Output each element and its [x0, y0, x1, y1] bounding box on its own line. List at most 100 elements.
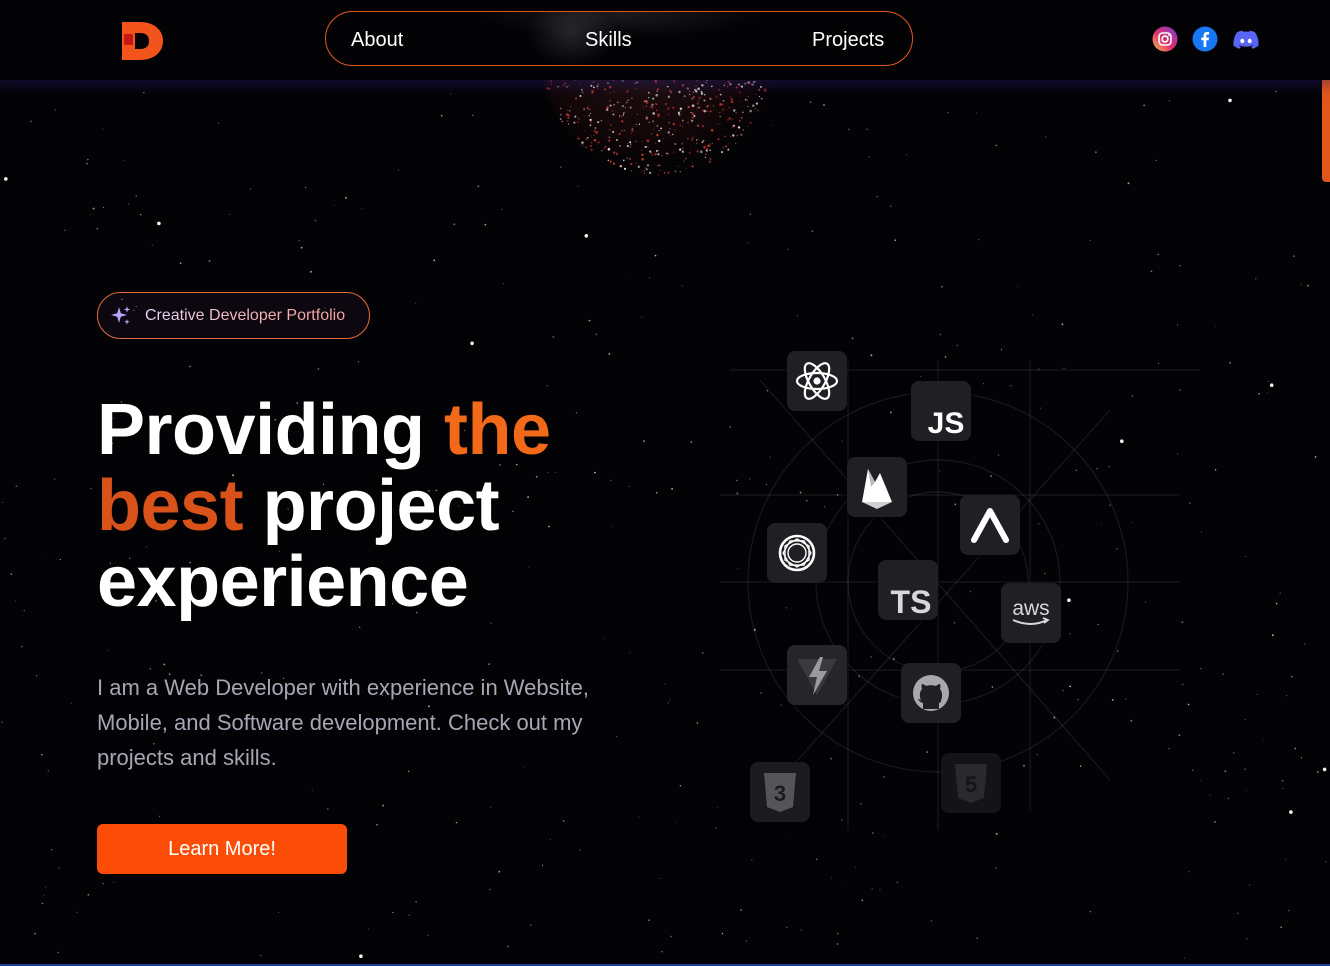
sphere-particle [652, 97, 655, 100]
sphere-particle [643, 106, 645, 109]
sphere-particle [651, 103, 654, 106]
star [546, 385, 548, 387]
star [1045, 136, 1047, 138]
sphere-particle [709, 149, 711, 152]
openai-icon [767, 523, 827, 583]
star [1275, 602, 1278, 605]
sphere-particle [652, 107, 654, 109]
sphere-particle [755, 102, 759, 105]
star [143, 92, 145, 94]
star [1288, 910, 1290, 912]
sphere-particle [648, 96, 650, 99]
sphere-particle [729, 96, 732, 98]
star [1127, 182, 1130, 185]
sphere-particle [696, 150, 699, 153]
expo-icon [960, 495, 1020, 555]
sphere-particle [747, 96, 749, 97]
star [470, 341, 474, 346]
sphere-particle [625, 101, 628, 104]
star [490, 622, 492, 625]
sphere-particle [720, 151, 724, 154]
nav-link-projects[interactable]: Projects [812, 28, 884, 52]
sphere-particle [697, 106, 701, 109]
sphere-particle [573, 121, 576, 124]
star [102, 883, 104, 885]
star [1150, 270, 1153, 273]
star [1245, 556, 1247, 557]
star [661, 950, 663, 953]
star [648, 919, 650, 921]
sphere-particle [630, 97, 633, 100]
sphere-particle [696, 142, 698, 145]
star [208, 259, 211, 262]
sphere-particle [612, 113, 615, 116]
discord-icon[interactable] [1232, 26, 1260, 52]
star [1284, 858, 1287, 860]
sphere-particle [691, 104, 695, 107]
facebook-icon[interactable] [1192, 26, 1218, 52]
learn-more-button[interactable]: Learn More! [97, 824, 347, 874]
sphere-particle [629, 143, 632, 146]
star [866, 128, 868, 130]
sphere-particle [612, 151, 616, 154]
star [90, 487, 92, 490]
sphere-particle [687, 121, 689, 124]
sphere-particle [643, 170, 645, 172]
star [603, 637, 605, 639]
sphere-particle [724, 135, 726, 138]
sphere-particle [620, 115, 623, 119]
sphere-particle [747, 125, 749, 127]
sphere-particle [616, 101, 619, 104]
badge-text: Creative Developer Portfolio [145, 307, 346, 324]
star [1143, 104, 1145, 107]
star [113, 881, 115, 883]
sphere-particle [650, 152, 653, 154]
nav-link-about[interactable]: About [351, 28, 403, 52]
sphere-particle [618, 165, 621, 168]
sphere-particle [621, 104, 625, 108]
star [490, 806, 492, 808]
sphere-particle [624, 106, 627, 109]
sphere-particle [709, 158, 712, 161]
star [415, 302, 417, 304]
star [305, 186, 307, 188]
star [608, 353, 611, 355]
star [1282, 787, 1284, 790]
sphere-particle [717, 138, 720, 141]
sphere-particle [701, 141, 704, 144]
star [1280, 926, 1282, 928]
star [392, 911, 394, 914]
star [433, 259, 436, 262]
star [102, 128, 104, 130]
star [751, 859, 753, 861]
sphere-particle [728, 117, 731, 120]
sphere-particle [612, 162, 616, 165]
sphere-particle [607, 147, 611, 151]
sphere-particle [589, 124, 592, 127]
star [317, 368, 320, 370]
sphere-particle [683, 95, 686, 98]
sphere-particle [719, 116, 721, 118]
sphere-particle [646, 139, 650, 142]
sphere-particle [701, 109, 704, 112]
sphere-particle [690, 111, 692, 114]
star [1061, 323, 1064, 326]
instagram-icon[interactable] [1152, 26, 1178, 52]
sphere-particle [742, 129, 744, 131]
sphere-particle [630, 162, 633, 166]
typescript-label: TS [891, 584, 932, 620]
star [1, 721, 4, 724]
sphere-particle [604, 137, 606, 139]
sphere-particle [626, 157, 628, 159]
star [344, 196, 347, 199]
sphere-particle [629, 141, 632, 144]
sphere-particle [627, 99, 629, 101]
sphere-particle [722, 100, 725, 102]
star [947, 111, 949, 114]
nav-link-skills[interactable]: Skills [585, 28, 632, 52]
sphere-particle [655, 109, 658, 112]
sphere-particle [645, 116, 648, 119]
star [679, 785, 682, 787]
d-logo-icon[interactable] [118, 17, 164, 63]
star [54, 109, 56, 111]
